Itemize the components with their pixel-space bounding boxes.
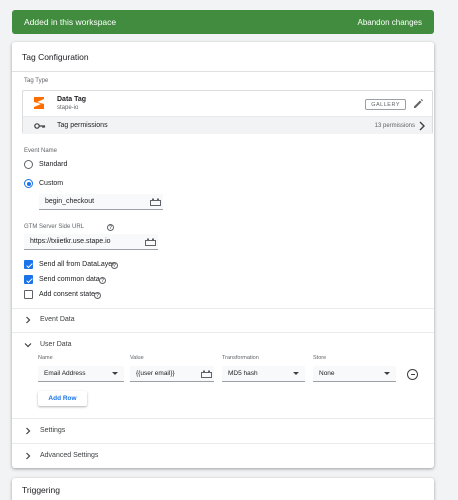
variable-brick-icon [144, 238, 156, 246]
section-settings-label: Settings [40, 427, 66, 434]
checkbox-send-common-data[interactable] [24, 275, 33, 284]
tag-type-label: Tag Type [24, 78, 49, 84]
store-select[interactable]: None [313, 366, 396, 382]
section-divider [12, 418, 434, 419]
server-url-input[interactable]: https://txiietkr.use.stape.io [24, 234, 142, 250]
tag-name: Data Tag [57, 96, 87, 103]
chevron-right-icon [26, 452, 31, 460]
section-divider [12, 443, 434, 444]
help-icon[interactable]: ? [94, 292, 101, 299]
user-data-name-select[interactable]: Email Address [38, 366, 124, 382]
user-data-value-input[interactable]: {{user email}} [130, 366, 198, 382]
abandon-changes-link[interactable]: Abandon changes [358, 18, 423, 27]
section-user-data[interactable]: User Data [12, 334, 434, 356]
checkbox-send-all-datalayer-label: Send all from DataLayer [39, 261, 115, 268]
column-header-name: Name [38, 355, 53, 361]
title-divider [12, 71, 434, 72]
dropdown-arrow-icon [293, 372, 299, 375]
tag-configuration-card: Tag Configuration Tag Type Data Tag stap… [12, 42, 434, 468]
help-icon[interactable]: ? [107, 224, 114, 231]
checkbox-send-common-data-label: Send common data [39, 276, 100, 283]
section-advanced-settings-label: Advanced Settings [40, 452, 99, 459]
radio-standard[interactable] [24, 160, 33, 169]
help-icon[interactable]: ? [111, 262, 118, 269]
section-event-data-label: Event Data [40, 316, 75, 323]
checkbox-add-consent-state-label: Add consent state [39, 291, 96, 298]
banner-message: Added in this workspace [24, 17, 117, 27]
permissions-label: Tag permissions [57, 122, 108, 129]
column-header-store: Store [313, 355, 327, 361]
triggering-title: Triggering [22, 485, 60, 495]
chevron-right-icon [26, 316, 31, 324]
checkbox-send-all-datalayer[interactable] [24, 260, 33, 269]
store-value: None [319, 370, 335, 377]
gallery-button[interactable]: GALLERY [365, 99, 406, 110]
chevron-down-icon [24, 343, 32, 348]
stape-logo-icon [34, 97, 44, 109]
column-header-value: Value [130, 355, 144, 361]
variable-brick-icon [149, 198, 161, 206]
checkbox-add-consent-state[interactable] [24, 290, 33, 299]
chevron-right-icon [26, 427, 31, 435]
section-event-data[interactable]: Event Data [12, 309, 434, 331]
radio-custom[interactable] [24, 179, 33, 188]
transformation-select[interactable]: MD5 hash [222, 366, 305, 382]
triggering-card[interactable]: Triggering [12, 478, 434, 500]
add-row-button[interactable]: Add Row [38, 391, 87, 406]
help-icon[interactable]: ? [99, 277, 106, 284]
variable-picker-button[interactable] [147, 194, 163, 210]
card-title: Tag Configuration [22, 52, 89, 62]
radio-standard-label: Standard [39, 161, 68, 168]
workspace-banner: Added in this workspace Abandon changes [12, 10, 434, 34]
permissions-count: 13 permissions [374, 123, 415, 129]
variable-picker-button[interactable] [142, 234, 158, 250]
radio-custom-label: Custom [39, 180, 64, 187]
pencil-icon[interactable] [412, 96, 424, 110]
section-divider [12, 332, 434, 333]
variable-brick-icon [200, 370, 212, 378]
event-name-label: Event Name [24, 148, 58, 154]
tag-vendor: stape-io [57, 105, 79, 111]
transformation-value: MD5 hash [228, 370, 258, 377]
dropdown-arrow-icon [384, 372, 390, 375]
section-advanced-settings[interactable]: Advanced Settings [12, 445, 434, 467]
user-data-name-value: Email Address [44, 370, 86, 377]
key-icon [34, 123, 46, 129]
event-name-input[interactable]: begin_checkout [39, 194, 147, 210]
section-settings[interactable]: Settings [12, 420, 434, 442]
server-url-label: GTM Server Side URL [24, 224, 85, 230]
variable-picker-button[interactable] [198, 366, 214, 382]
dropdown-arrow-icon [112, 372, 118, 375]
tag-type-box[interactable]: Data Tag stape-io GALLERY Tag permission… [22, 90, 433, 134]
tag-permissions-row[interactable]: Tag permissions 13 permissions [23, 116, 432, 134]
chevron-right-icon [419, 121, 425, 131]
section-user-data-label: User Data [40, 341, 72, 348]
remove-row-icon[interactable] [407, 369, 418, 380]
column-header-transformation: Transformation [222, 355, 259, 361]
